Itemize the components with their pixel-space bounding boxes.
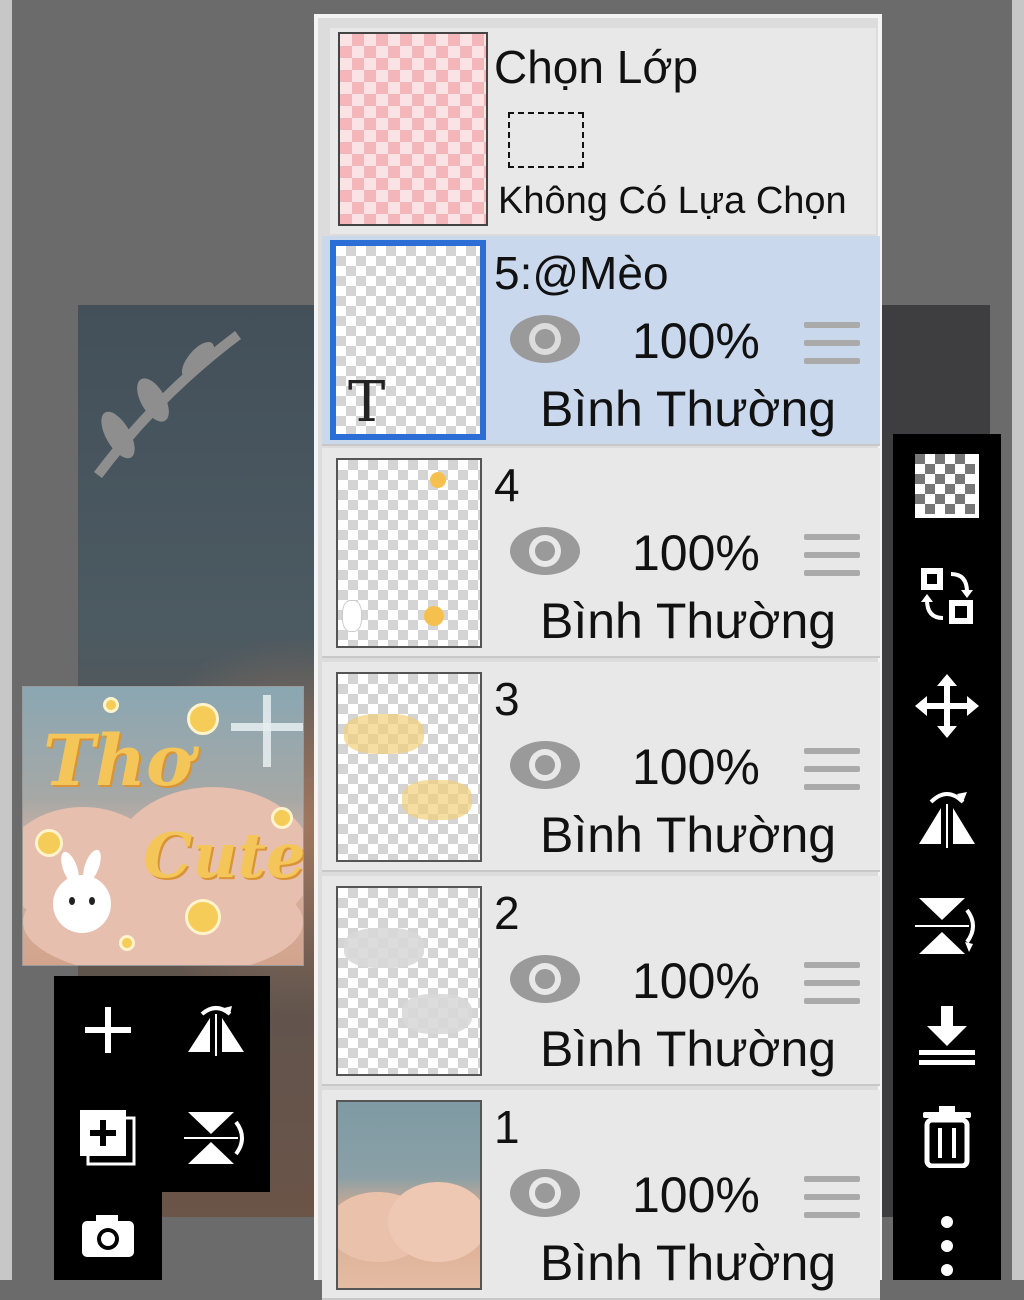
flip-horizontal-icon (919, 792, 975, 848)
layer-panel: Chọn Lớp Không Có Lựa Chọn T 5:@Mèo 100%… (314, 14, 882, 1300)
layer-row[interactable]: 3 100% Bình Thường (322, 662, 880, 872)
flip-vertical-icon (915, 898, 975, 954)
layer-row[interactable]: T 5:@Mèo 100% Bình Thường (322, 236, 880, 446)
flip-vertical-button[interactable] (893, 876, 1001, 976)
layer-opacity[interactable]: 100% (632, 952, 760, 1010)
visibility-eye-icon[interactable] (508, 524, 582, 578)
add-layer-button[interactable] (54, 976, 162, 1084)
swap-layers-button[interactable] (893, 546, 1001, 646)
delete-layer-button[interactable] (893, 1086, 1001, 1186)
drag-handle-icon[interactable] (804, 1176, 860, 1224)
layer-thumbnail: T (330, 240, 486, 440)
camera-icon (82, 1215, 134, 1257)
layer-blend-mode[interactable]: Bình Thường (540, 806, 836, 864)
preview-title-line1: Thơ (43, 719, 193, 802)
flip-horizontal-button[interactable] (893, 766, 1001, 866)
flip-horizontal-button[interactable] (162, 976, 270, 1084)
new-layer-button[interactable] (54, 1084, 162, 1192)
drag-handle-icon[interactable] (804, 748, 860, 796)
more-icon (941, 1216, 953, 1276)
selection-layer-title: Chọn Lớp (494, 41, 699, 93)
selection-marquee-icon (508, 112, 584, 168)
merge-down-icon (919, 1006, 975, 1065)
canvas-preview-thumbnail[interactable]: Thơ Cute (22, 686, 304, 966)
preview-title-line2: Cute (143, 819, 304, 892)
merge-down-button[interactable] (893, 986, 1001, 1086)
more-options-button[interactable] (893, 1196, 1001, 1280)
swap-layers-icon (921, 568, 973, 624)
move-icon (915, 674, 979, 738)
layer-row[interactable]: 1 100% Bình Thường (322, 1090, 880, 1300)
layer-blend-mode[interactable]: Bình Thường (540, 592, 836, 650)
layer-name: 3 (494, 673, 520, 725)
visibility-eye-icon[interactable] (508, 1166, 582, 1220)
add-layer-icon (80, 1110, 136, 1166)
camera-button[interactable] (54, 1192, 162, 1280)
layer-thumbnail (336, 1100, 482, 1290)
drag-handle-icon[interactable] (804, 962, 860, 1010)
flip-vertical-button[interactable] (162, 1084, 270, 1192)
layer-blend-mode[interactable]: Bình Thường (540, 1020, 836, 1078)
drag-handle-icon[interactable] (804, 322, 860, 370)
layer-blend-mode[interactable]: Bình Thường (540, 380, 836, 438)
layer-blend-mode[interactable]: Bình Thường (540, 1234, 836, 1292)
frame-edge-right (1012, 0, 1024, 1280)
visibility-eye-icon[interactable] (508, 952, 582, 1006)
layer-thumbnail (336, 458, 482, 648)
visibility-eye-icon[interactable] (508, 312, 582, 366)
layer-name: 2 (494, 887, 520, 939)
text-layer-glyph: T (348, 370, 386, 435)
right-toolbar (893, 434, 1001, 1280)
bunny-sticker (53, 875, 111, 933)
flip-horizontal-icon (188, 1006, 244, 1056)
layer-opacity[interactable]: 100% (632, 524, 760, 582)
layer-opacity[interactable]: 100% (632, 312, 760, 370)
transparency-button[interactable] (893, 436, 1001, 536)
layer-name: 1 (494, 1101, 520, 1153)
trash-icon (923, 1106, 971, 1168)
selection-status: Không Có Lựa Chọn (498, 180, 847, 222)
move-button[interactable] (893, 656, 1001, 756)
layer-thumbnail (336, 886, 482, 1076)
drag-handle-icon[interactable] (804, 534, 860, 582)
visibility-eye-icon[interactable] (508, 738, 582, 792)
left-toolbar-extension (54, 1192, 162, 1280)
branch-decoration (94, 331, 242, 479)
selection-layer-row[interactable]: Chọn Lớp Không Có Lựa Chọn (330, 28, 876, 234)
plus-icon (85, 1007, 131, 1053)
frame-edge-left (0, 0, 12, 1280)
layer-opacity[interactable]: 100% (632, 1166, 760, 1224)
layer-thumbnail (336, 672, 482, 862)
layer-row[interactable]: 2 100% Bình Thường (322, 876, 880, 1086)
layer-opacity[interactable]: 100% (632, 738, 760, 796)
flip-vertical-icon (184, 1112, 244, 1164)
selection-thumbnail (338, 32, 488, 226)
left-toolbar (54, 976, 270, 1192)
layer-row[interactable]: 4 100% Bình Thường (322, 448, 880, 658)
transparency-icon (915, 454, 979, 518)
layer-name: 5:@Mèo (494, 247, 669, 299)
layer-name: 4 (494, 459, 520, 511)
